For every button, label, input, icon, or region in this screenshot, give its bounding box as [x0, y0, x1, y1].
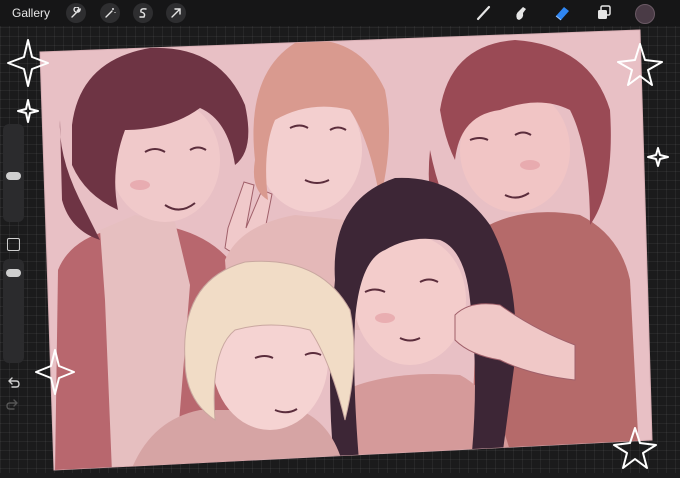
opacity-handle[interactable]	[6, 269, 21, 277]
redo-icon[interactable]	[6, 398, 20, 416]
left-sidebar	[0, 124, 26, 424]
brush-icon[interactable]	[474, 3, 494, 23]
smudge-icon[interactable]	[511, 3, 531, 23]
gallery-button[interactable]: Gallery	[12, 5, 50, 21]
top-toolbar: Gallery	[0, 0, 680, 26]
magic-wand-icon[interactable]	[100, 3, 120, 23]
opacity-slider[interactable]	[3, 259, 24, 363]
artwork-canvas[interactable]	[0, 0, 680, 473]
transform-arrow-icon[interactable]	[166, 3, 186, 23]
layers-icon[interactable]	[594, 3, 614, 23]
color-picker-swatch[interactable]	[635, 4, 655, 24]
eraser-icon[interactable]	[552, 3, 572, 23]
wrench-icon[interactable]	[66, 3, 86, 23]
brush-size-slider[interactable]	[3, 124, 24, 222]
brush-size-handle[interactable]	[6, 172, 21, 180]
eyedropper-square-button[interactable]	[7, 238, 20, 251]
selection-s-icon[interactable]	[133, 3, 153, 23]
undo-icon[interactable]	[6, 376, 20, 394]
